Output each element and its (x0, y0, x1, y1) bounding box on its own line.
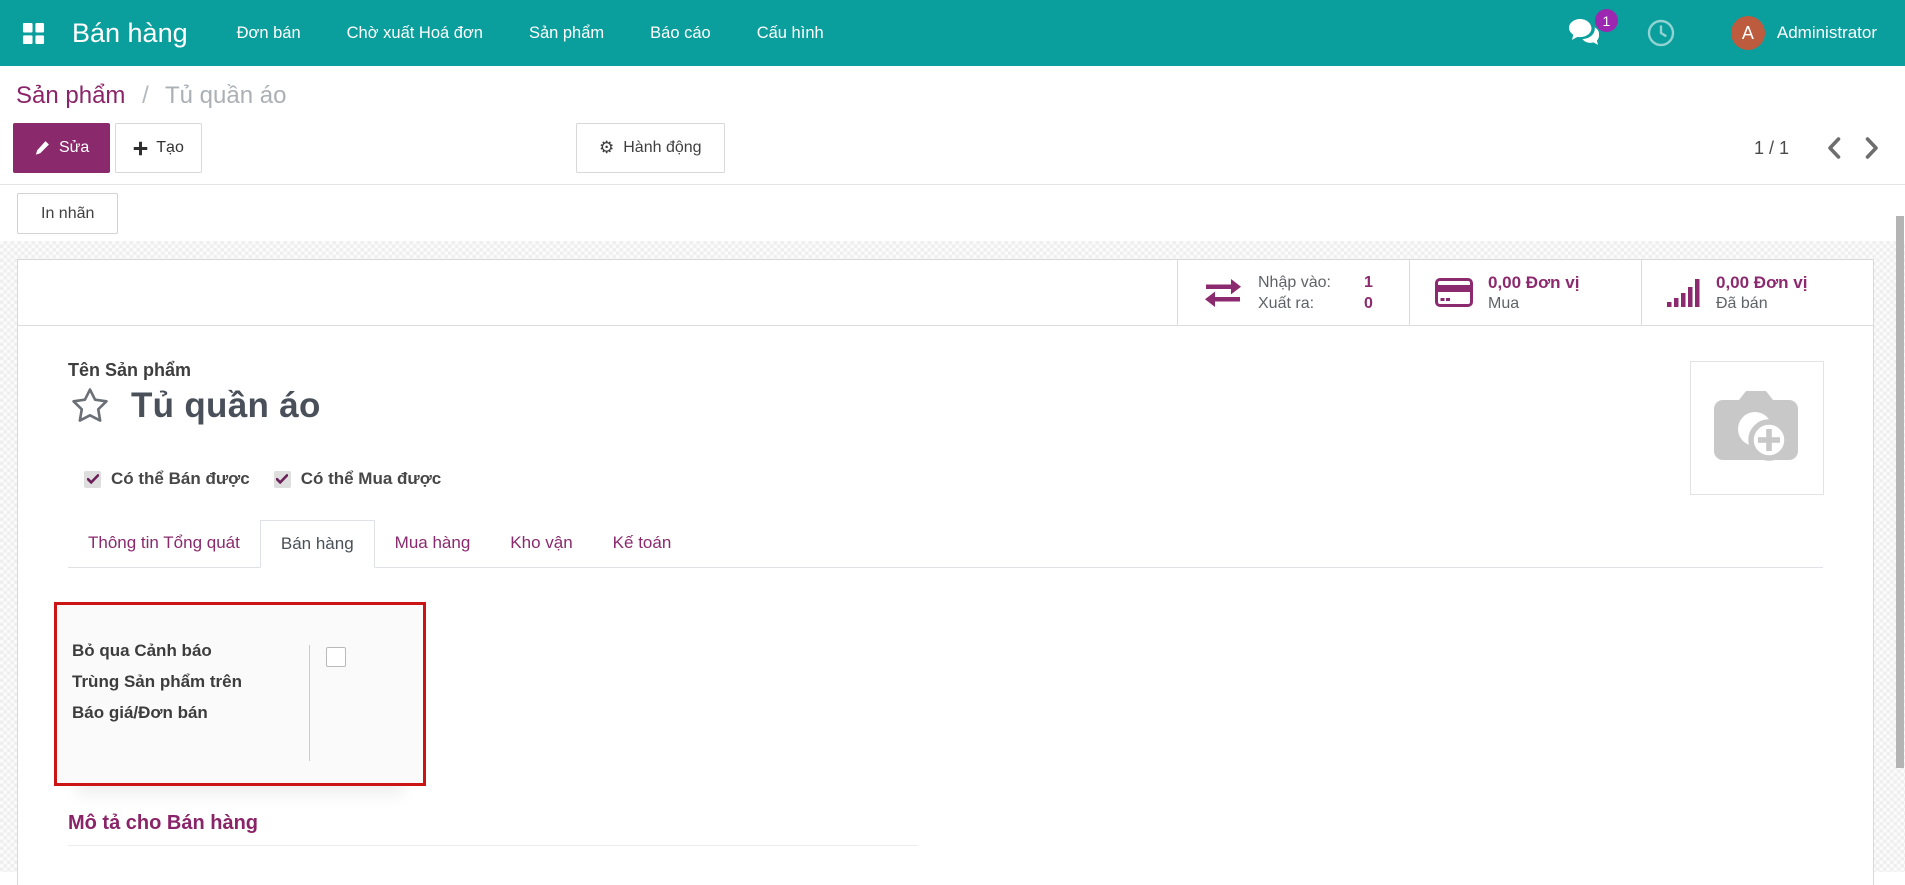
stat-button-sold[interactable]: 0,00 Đơn vị Đã bán (1641, 260, 1873, 325)
breadcrumb: Sản phẩm / Tủ quần áo (0, 66, 1905, 122)
app-brand[interactable]: Bán hàng (72, 18, 188, 49)
plus-icon (134, 141, 148, 155)
checkbox-checked (273, 470, 291, 488)
checkmark-icon (276, 474, 289, 484)
warning-field-label: Bỏ qua Cảnh báo Trùng Sản phẩm trên Báo … (72, 641, 243, 722)
action-menu-button[interactable]: ⚙ Hành động (576, 123, 725, 173)
checkbox-checked (84, 470, 101, 488)
menu-item-san-pham[interactable]: Sản phẩm (506, 0, 627, 66)
breadcrumb-current: Tủ quần áo (164, 82, 287, 109)
top-navbar: Bán hàng Đơn bán Chờ xuất Hoá đơn Sản ph… (0, 0, 1905, 66)
sales-tab-pane: Bỏ qua Cảnh báo Trùng Sản phẩm trên Báo … (54, 568, 1823, 846)
tab-general-info[interactable]: Thông tin Tổng quát (68, 520, 260, 567)
report-buttons-row: In nhãn (0, 185, 1905, 241)
chevron-left-icon (1828, 137, 1841, 159)
stat-value: 0,00 Đơn vị (1716, 272, 1808, 292)
notebook-tabs: Thông tin Tổng quát Bán hàng Mua hàng Kh… (68, 520, 1823, 568)
product-name-label: Tên Sản phẩm (68, 360, 192, 380)
can-buy-checkbox[interactable]: Có thể Mua được (273, 469, 441, 489)
print-label-button[interactable]: In nhãn (17, 193, 119, 234)
tab-sales[interactable]: Bán hàng (259, 520, 375, 568)
stat-button-purchased[interactable]: 0,00 Đơn vị Mua (1409, 260, 1641, 325)
stat-value: 1 (1364, 273, 1373, 291)
product-form-sheet: Nhập vào: 1 Xuất ra: 0 0,00 Đơn vị Mua 0… (17, 259, 1874, 885)
menu-item-bao-cao[interactable]: Báo cáo (627, 0, 734, 66)
checkmark-icon (86, 474, 99, 484)
exchange-arrows-icon (1205, 278, 1241, 307)
gear-icon: ⚙ (599, 138, 615, 158)
clock-icon (1647, 19, 1675, 47)
breadcrumb-separator: / (142, 82, 149, 109)
sales-description-section-title: Mô tả cho Bán hàng (68, 812, 918, 846)
menu-item-cho-xuat-hoa-don[interactable]: Chờ xuất Hoá đơn (324, 0, 506, 66)
camera-plus-icon (1714, 391, 1798, 461)
messages-count-badge: 1 (1594, 9, 1618, 32)
stat-button-row: Nhập vào: 1 Xuất ra: 0 0,00 Đơn vị Mua 0… (18, 260, 1873, 326)
pager-next-button[interactable] (1853, 129, 1891, 167)
bar-chart-icon (1667, 279, 1700, 307)
tab-accounting[interactable]: Kế toán (593, 520, 692, 567)
pager-value: 1 / 1 (1753, 137, 1789, 158)
menu-item-cau-hinh[interactable]: Cấu hình (734, 0, 847, 66)
credit-card-icon (1435, 278, 1473, 307)
stat-label: Xuất ra: (1258, 294, 1315, 312)
star-icon (72, 388, 108, 422)
navbar-right: 1 A Administrator (1567, 9, 1877, 50)
product-title: Tủ quần áo (131, 386, 321, 425)
form-view-background: Nhập vào: 1 Xuất ra: 0 0,00 Đơn vị Mua 0… (0, 241, 1905, 885)
control-panel: Sửa Tạo ⚙ Hành động 1 / 1 (0, 122, 1905, 174)
apps-grid-icon[interactable] (20, 20, 46, 46)
warning-field-highlight-annotation: Bỏ qua Cảnh báo Trùng Sản phẩm trên Báo … (54, 602, 426, 786)
stat-label: Mua (1488, 294, 1520, 312)
stat-label: Nhập vào: (1258, 273, 1331, 291)
user-menu[interactable]: Administrator (1777, 23, 1877, 43)
favorite-toggle[interactable] (68, 385, 112, 427)
stat-label: Đã bán (1716, 294, 1768, 312)
chevron-right-icon (1865, 137, 1878, 159)
user-avatar[interactable]: A (1730, 16, 1765, 50)
pencil-icon (35, 141, 49, 155)
menu-item-don-ban[interactable]: Đơn bán (214, 0, 324, 66)
can-sell-checkbox[interactable]: Có thể Bán được (84, 469, 250, 489)
edit-button[interactable]: Sửa (13, 123, 111, 173)
sheet-body: Tên Sản phẩm Tủ quần áo Có thể Bán được … (18, 326, 1873, 846)
pager: 1 / 1 (1754, 129, 1891, 167)
product-image-upload[interactable] (1690, 361, 1824, 495)
messages-button[interactable]: 1 (1567, 9, 1618, 48)
tab-inventory[interactable]: Kho vận (490, 520, 592, 567)
stat-value: 0 (1364, 294, 1373, 312)
scrollbar-thumb[interactable] (1896, 216, 1904, 768)
tab-purchase[interactable]: Mua hàng (375, 520, 491, 567)
stat-button-stock-moves[interactable]: Nhập vào: 1 Xuất ra: 0 (1177, 260, 1409, 325)
pager-previous-button[interactable] (1815, 129, 1853, 167)
create-button[interactable]: Tạo (115, 123, 202, 173)
field-divider (309, 645, 310, 761)
vertical-scrollbar (1895, 66, 1905, 885)
stat-value: 0,00 Đơn vị (1488, 272, 1580, 292)
main-menu: Đơn bán Chờ xuất Hoá đơn Sản phẩm Báo cá… (214, 0, 847, 66)
activities-button[interactable] (1647, 19, 1675, 47)
breadcrumb-parent-link[interactable]: Sản phẩm (16, 82, 125, 109)
warning-field-checkbox-unchecked[interactable] (326, 647, 346, 667)
